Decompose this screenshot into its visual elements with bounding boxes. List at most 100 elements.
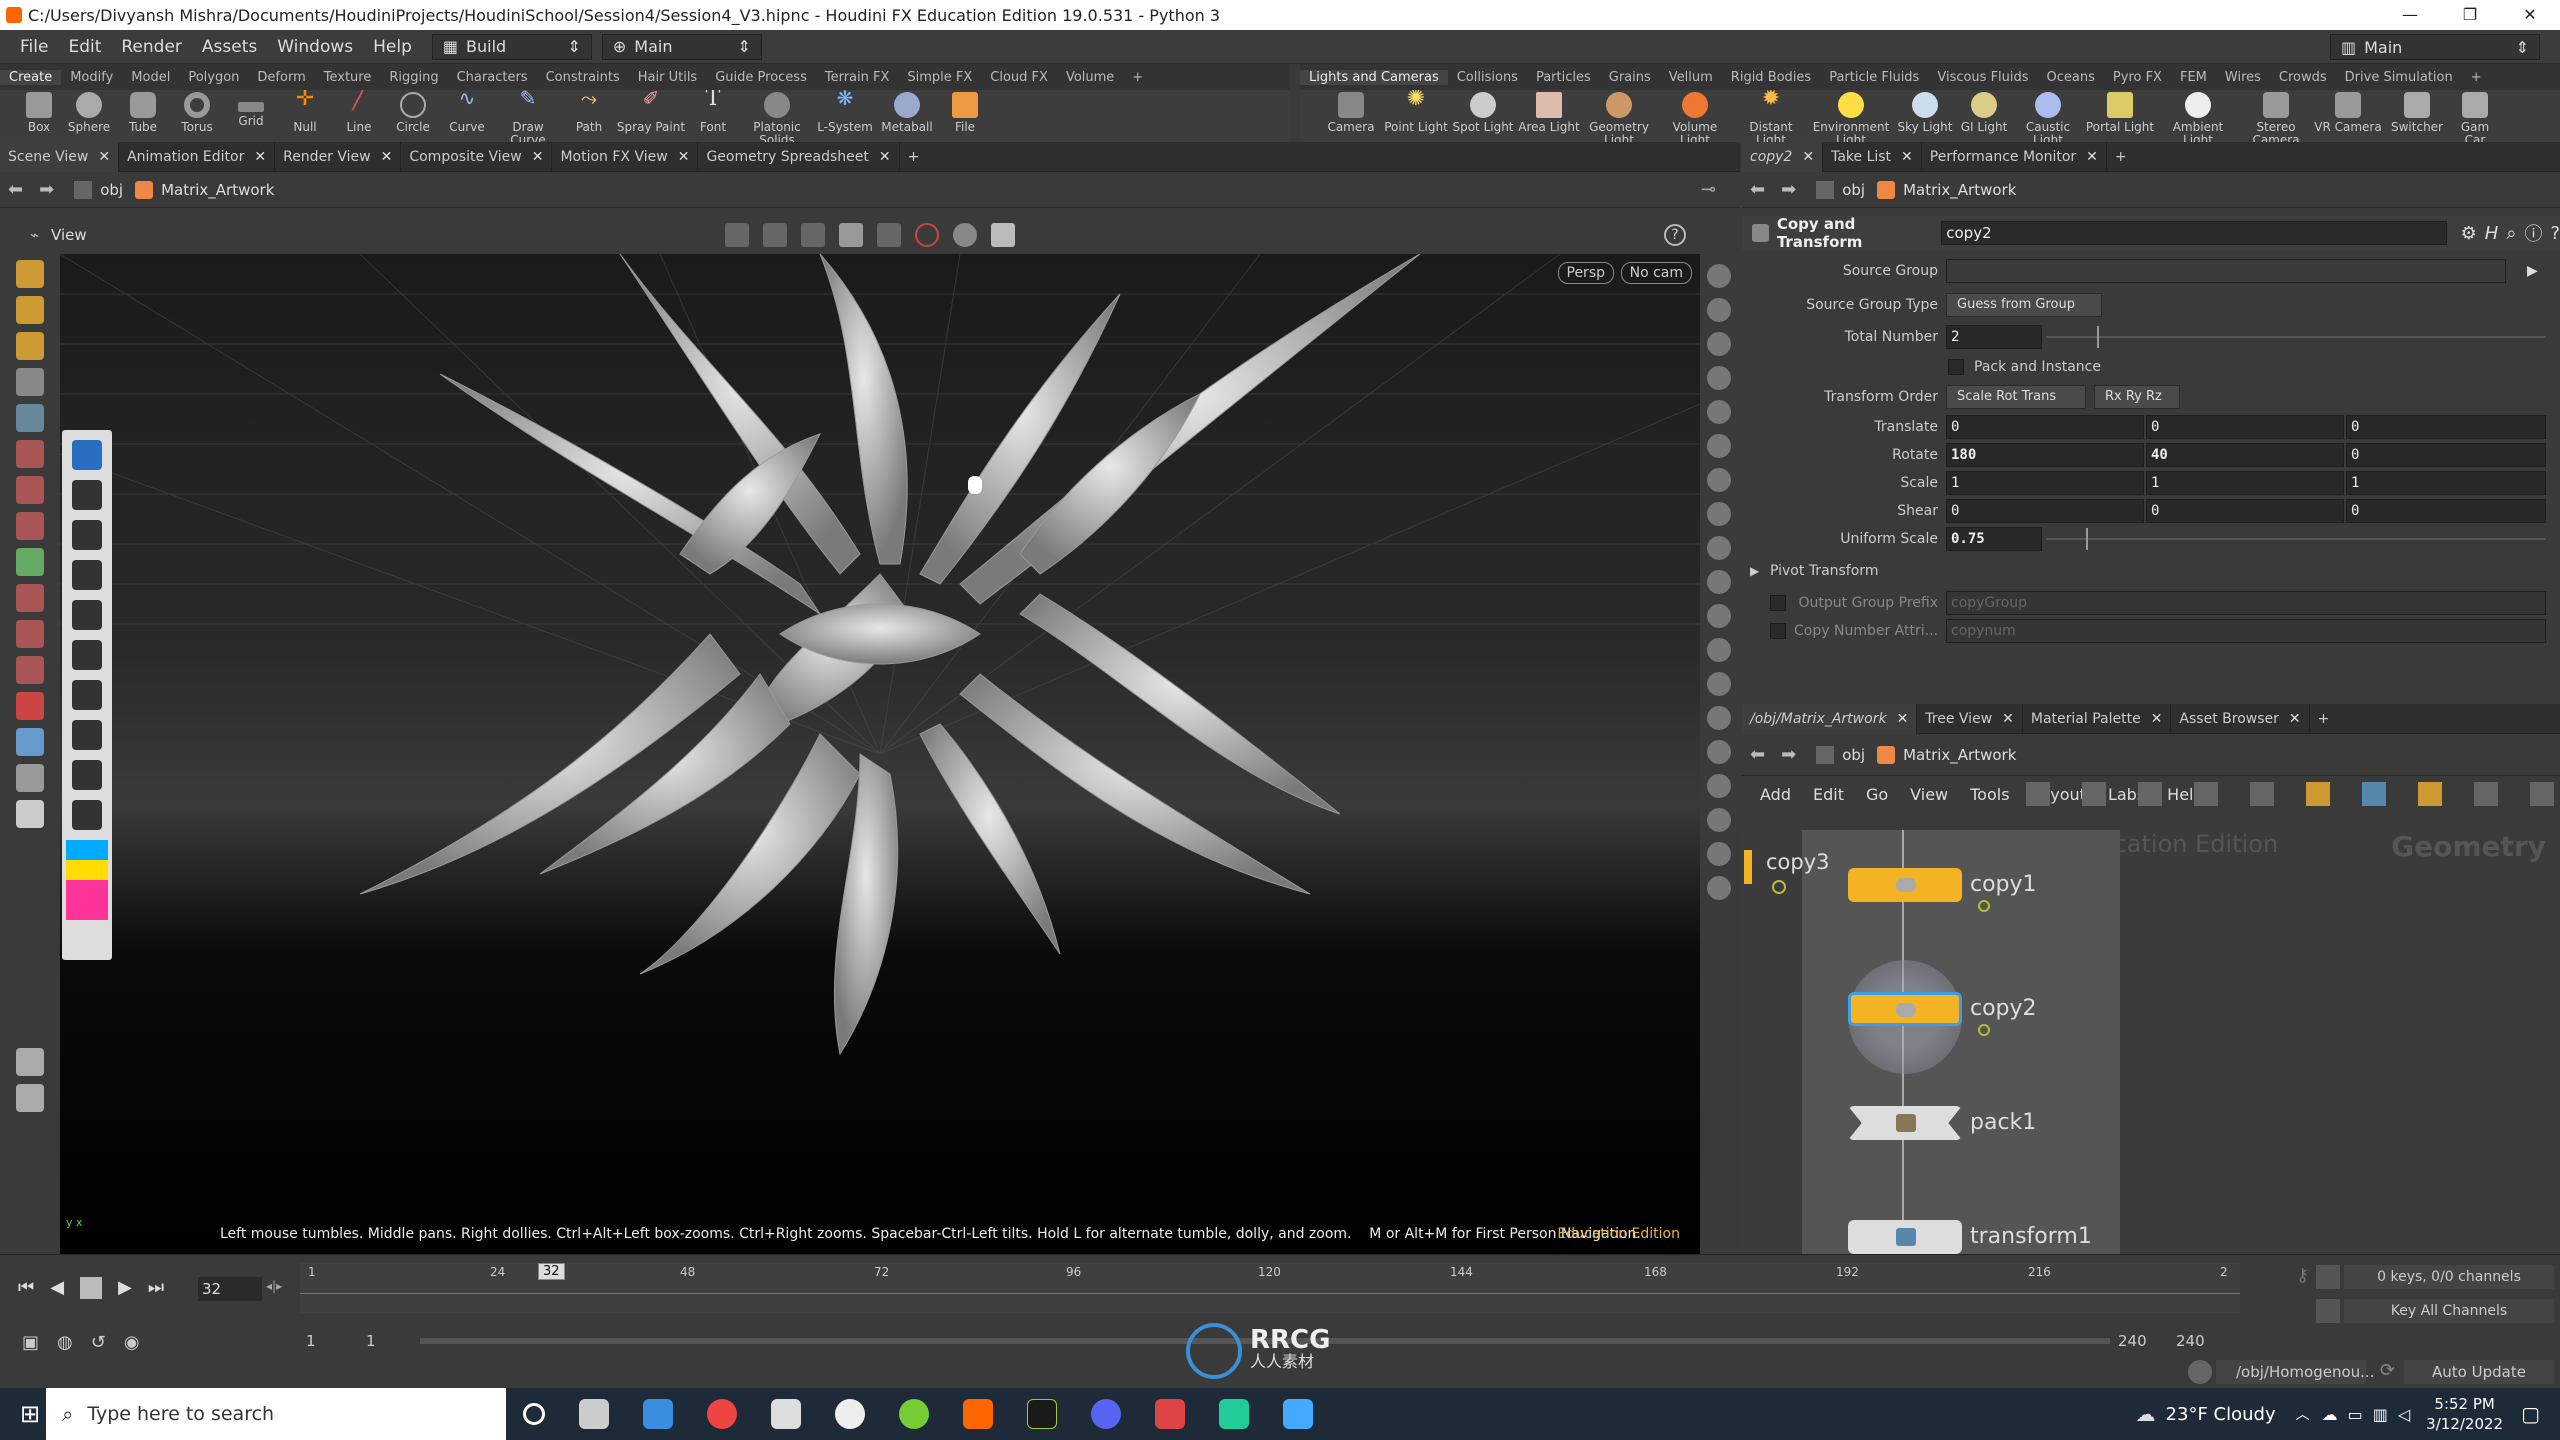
shelf-tab-constraints[interactable]: Constraints xyxy=(537,70,629,85)
transform-order-dropdown[interactable]: Scale Rot Trans xyxy=(1946,385,2086,409)
context-dropdown[interactable]: ⊕ Main ⇕ xyxy=(601,33,762,60)
shear-z-field[interactable]: 0 xyxy=(2346,499,2546,523)
snapshot-icon[interactable] xyxy=(1707,774,1731,798)
notifications-icon[interactable]: ▢ xyxy=(2521,1402,2540,1426)
output-group-checkbox[interactable] xyxy=(1770,595,1786,611)
total-number-slider[interactable] xyxy=(2046,336,2546,338)
shelf-tab-polygon[interactable]: Polygon xyxy=(179,70,248,85)
houdini-taskbar-icon[interactable] xyxy=(963,1399,994,1429)
bone-tool-icon[interactable] xyxy=(16,548,44,576)
tool-caustic-light[interactable]: Caustic Light xyxy=(2012,90,2084,142)
pin-icon[interactable]: ⊸ xyxy=(1701,179,1716,200)
pin-tool-icon[interactable] xyxy=(16,1048,44,1076)
node-copy1-label[interactable]: copy1 xyxy=(1970,872,2037,897)
shelf-tab-simple-fx[interactable]: Simple FX xyxy=(898,70,981,85)
ghost-icon[interactable] xyxy=(1707,332,1731,356)
search-icon[interactable] xyxy=(2474,782,2498,806)
rotation-order-dropdown[interactable]: Rx Ry Rz xyxy=(2094,385,2180,409)
close-icon[interactable]: ✕ xyxy=(1901,149,1913,165)
playhead-marker[interactable]: 32 xyxy=(538,1263,565,1280)
record-icon[interactable] xyxy=(915,223,939,247)
handle-tool-icon[interactable] xyxy=(16,260,44,288)
copy-number-checkbox[interactable] xyxy=(1770,623,1786,639)
windows-start-icon[interactable]: ⊞ xyxy=(20,1400,40,1428)
path-matrix-artwork[interactable]: Matrix_Artwork xyxy=(1877,745,2016,764)
bounding-box-icon[interactable] xyxy=(1707,706,1731,730)
tool-environment-light[interactable]: Environment Light xyxy=(1808,90,1894,142)
uniform-scale-slider[interactable] xyxy=(2046,538,2546,540)
shelf-tab-drive-simulation[interactable]: Drive Simulation xyxy=(2336,70,2462,85)
param-pivot-transform[interactable]: ▶ Pivot Transform xyxy=(1742,558,2560,584)
app-red-icon[interactable] xyxy=(1155,1399,1186,1429)
close-icon[interactable]: ✕ xyxy=(1897,711,1909,727)
shelf-tab-texture[interactable]: Texture xyxy=(315,70,381,85)
shear-x-field[interactable]: 0 xyxy=(1946,499,2144,523)
tab-composite-view[interactable]: Composite View ✕ xyxy=(401,141,553,172)
camera-settings-icon[interactable] xyxy=(953,223,977,247)
network-menu-view[interactable]: View xyxy=(1910,785,1948,804)
shelf-tab-hair-utils[interactable]: Hair Utils xyxy=(629,70,706,85)
tool-null[interactable]: ✛ Null xyxy=(278,90,332,134)
snapshot-icon[interactable] xyxy=(16,1084,44,1112)
add-pane-tab-button[interactable]: + xyxy=(2310,704,2338,734)
shelf-tab-cloud-fx[interactable]: Cloud FX xyxy=(981,70,1057,85)
lock-icon[interactable] xyxy=(1707,298,1731,322)
shear-y-field[interactable]: 0 xyxy=(2146,499,2344,523)
trash-icon[interactable] xyxy=(72,680,102,710)
output-group-field[interactable]: copyGroup xyxy=(1946,591,2546,615)
close-button[interactable]: ✕ xyxy=(2500,0,2560,30)
uniform-scale-field[interactable]: 0.75 xyxy=(1946,527,2042,551)
magnet-icon[interactable] xyxy=(16,692,44,720)
menu-assets[interactable]: Assets xyxy=(192,37,267,57)
tool-path[interactable]: ⤳ Path xyxy=(562,90,616,134)
shelf-tab-grains[interactable]: Grains xyxy=(1600,70,1660,85)
tool-area-light[interactable]: Area Light xyxy=(1516,90,1582,134)
tumble-icon[interactable] xyxy=(725,223,749,247)
path-obj[interactable]: obj xyxy=(1816,180,1865,199)
tool-gi-light[interactable]: GI Light xyxy=(1956,90,2012,134)
tool-l-system[interactable]: ❋ L-System xyxy=(814,90,876,134)
tool-tube[interactable]: Tube xyxy=(116,90,170,134)
network-menu-add[interactable]: Add xyxy=(1760,785,1791,804)
close-icon[interactable]: ✕ xyxy=(2151,711,2163,727)
shelf-tab-create[interactable]: Create xyxy=(0,69,62,85)
snap-icon[interactable] xyxy=(801,223,825,247)
add-shelf-tab-button[interactable]: + xyxy=(1123,70,1152,85)
menu-file[interactable]: File xyxy=(10,37,58,57)
scale-z-field[interactable]: 1 xyxy=(2346,471,2546,495)
tool-spot-light[interactable]: Spot Light xyxy=(1450,90,1516,134)
menu-windows[interactable]: Windows xyxy=(267,37,363,57)
key-all-channels-button[interactable]: Key All Channels xyxy=(2344,1299,2554,1323)
forward-arrow-icon[interactable]: ➡ xyxy=(39,179,54,200)
desktop-dropdown[interactable]: ▦ Build ⇕ xyxy=(431,33,592,60)
source-group-type-dropdown[interactable]: Guess from Group xyxy=(1946,293,2102,317)
refresh-icon[interactable]: ⟳ xyxy=(2380,1360,2395,1381)
move-tool-icon[interactable] xyxy=(16,332,44,360)
tool-sphere[interactable]: Sphere xyxy=(62,90,116,134)
add-shelf-tab-button[interactable]: + xyxy=(2462,70,2491,85)
tab-material-palette[interactable]: Material Palette ✕ xyxy=(2023,703,2172,734)
tool-switcher[interactable]: Switcher xyxy=(2384,90,2450,134)
close-icon[interactable]: ✕ xyxy=(98,149,110,165)
current-frame-field[interactable]: 32 xyxy=(198,1277,262,1301)
chrome-icon[interactable] xyxy=(707,1399,738,1429)
color-swatch[interactable] xyxy=(66,840,108,920)
shelf-tab-vellum[interactable]: Vellum xyxy=(1660,70,1722,85)
step-frame-icon[interactable]: ◂|▸ xyxy=(266,1279,282,1293)
tool-gam-car[interactable]: Gam Car xyxy=(2450,90,2500,142)
node-name-field[interactable]: copy2 xyxy=(1941,221,2447,245)
tool-curve[interactable]: ∿ Curve xyxy=(440,90,494,134)
shelf-tab-collisions[interactable]: Collisions xyxy=(1448,70,1527,85)
shelf-tab-pyro-fx[interactable]: Pyro FX xyxy=(2104,70,2171,85)
pose-tool-icon[interactable] xyxy=(16,440,44,468)
persp-menu[interactable]: Persp xyxy=(1557,262,1614,284)
info-icon[interactable] xyxy=(1707,876,1731,900)
rotate-tool-icon[interactable] xyxy=(16,476,44,504)
help-icon[interactable]: ? xyxy=(1664,224,1686,246)
translate-x-field[interactable]: 0 xyxy=(1946,415,2144,439)
close-icon[interactable]: ✕ xyxy=(2086,149,2098,165)
light-bulb-icon[interactable] xyxy=(1707,434,1731,458)
source-group-field[interactable] xyxy=(1946,259,2506,283)
display-options-icon[interactable] xyxy=(1707,264,1731,288)
clock[interactable]: 5:52 PM 3/12/2022 xyxy=(2426,1394,2503,1434)
